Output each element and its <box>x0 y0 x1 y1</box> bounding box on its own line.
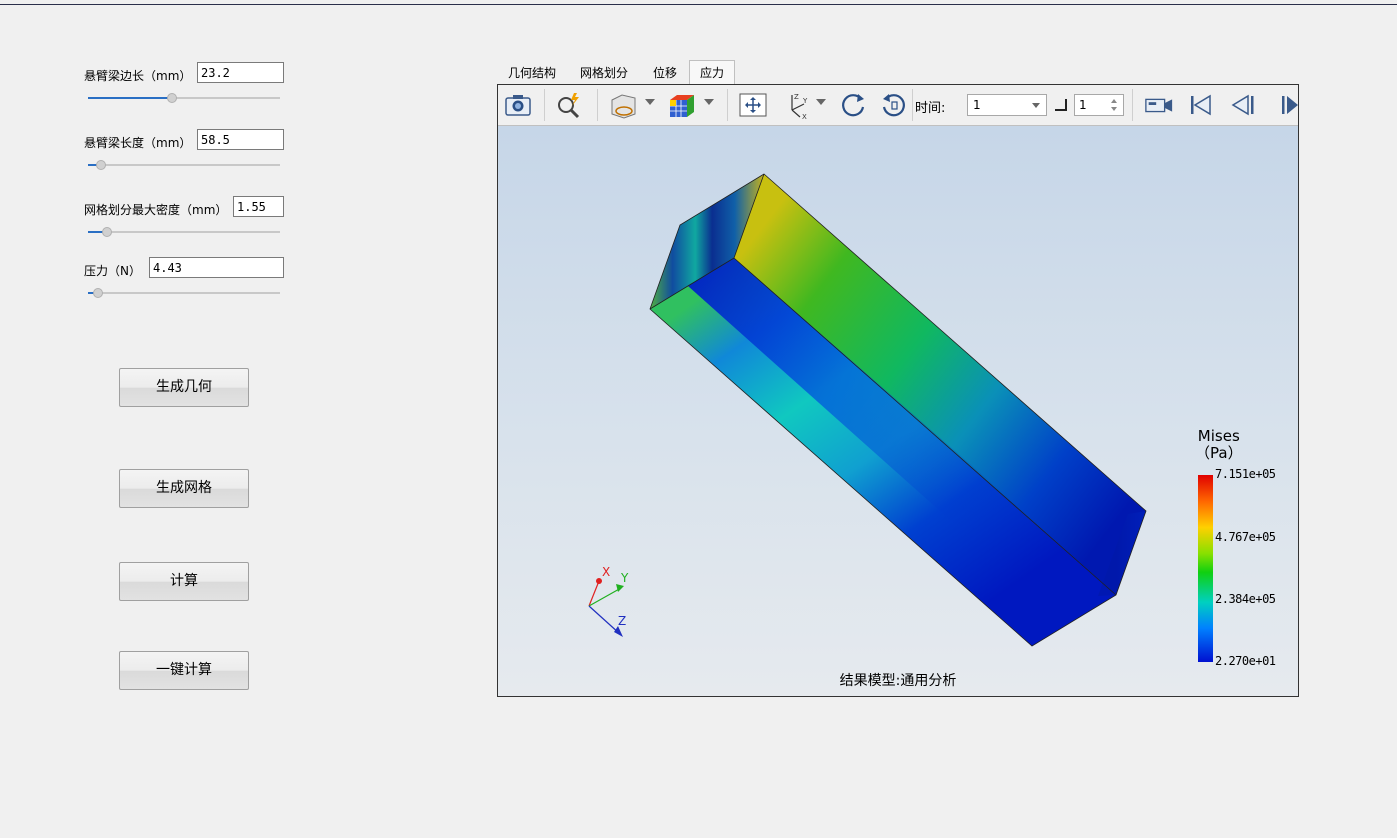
axis-dropdown-arrow[interactable] <box>816 99 826 105</box>
slider-track <box>88 231 280 233</box>
orientation-triad: X Y Z <box>588 565 629 637</box>
triad-x-label: X <box>602 565 610 579</box>
one-click-compute-button[interactable]: 一键计算 <box>119 651 249 690</box>
time-combo[interactable]: 1 <box>967 94 1047 116</box>
slider-thumb[interactable] <box>167 93 178 103</box>
axis-icon[interactable]: Z Y X <box>782 90 812 120</box>
generate-mesh-button[interactable]: 生成网格 <box>119 469 249 508</box>
zoom-icon[interactable] <box>554 90 584 120</box>
triad-y-label: Y <box>620 571 629 585</box>
legend-value-3: 2.384e+05 <box>1215 592 1276 606</box>
slider-thumb[interactable] <box>96 160 107 170</box>
time-value: 1 <box>973 98 981 112</box>
chevron-down-icon <box>1032 103 1040 108</box>
cantilever-beam-model: X Y Z <box>588 173 1147 647</box>
mesh-density-label: 网格划分最大密度（mm） <box>84 203 228 217</box>
fit-view-icon[interactable] <box>738 90 768 120</box>
svg-text:X: X <box>802 113 807 120</box>
spin-down-icon[interactable] <box>1111 107 1117 111</box>
svg-text:Z: Z <box>794 93 799 101</box>
edge-length-slider[interactable] <box>88 92 280 104</box>
prev-frame-icon[interactable] <box>1228 90 1258 120</box>
beam-length-label: 悬臂梁长度（mm） <box>84 136 192 150</box>
edge-length-input[interactable]: 23.2 <box>197 62 284 83</box>
time-label: 时间: <box>915 101 946 116</box>
camera-icon[interactable] <box>503 90 533 120</box>
pressure-slider[interactable] <box>88 287 280 299</box>
legend-value-2: 4.767e+05 <box>1215 530 1276 544</box>
edge-length-label: 悬臂梁边长（mm） <box>84 69 192 83</box>
slider-track <box>88 164 280 166</box>
mesh-dropdown-arrow[interactable] <box>704 99 714 105</box>
slider-thumb[interactable] <box>92 288 103 298</box>
record-icon[interactable] <box>1144 90 1174 120</box>
legend-quantity: Mises <box>1197 427 1240 445</box>
viewer-toolbar: Z Y X 时间: 1 1 <box>498 85 1298 126</box>
slider-fill <box>88 97 173 99</box>
legend-title: Mises （Pa） <box>1195 428 1243 462</box>
pressure-input[interactable]: 4.43 <box>149 257 284 278</box>
toolbar-separator <box>912 89 913 121</box>
step-corner-icon <box>1055 99 1067 111</box>
mesh-density-input[interactable]: 1.55 <box>233 196 284 217</box>
tab-mesh[interactable]: 网格划分 <box>570 61 638 85</box>
view-dropdown-arrow[interactable] <box>645 99 655 105</box>
pressure-label: 压力（N） <box>84 264 141 278</box>
result-model-status: 结果模型:通用分析 <box>839 673 957 689</box>
generate-geometry-button[interactable]: 生成几何 <box>119 368 249 407</box>
tab-stress[interactable]: 应力 <box>689 60 736 86</box>
compute-button[interactable]: 计算 <box>119 562 249 601</box>
first-frame-icon[interactable] <box>1186 90 1216 120</box>
slider-thumb[interactable] <box>102 227 113 237</box>
toolbar-separator <box>727 89 728 121</box>
window-top-border <box>0 4 1397 5</box>
slider-track <box>88 292 280 294</box>
rotate-ccw-icon[interactable] <box>879 90 909 120</box>
next-frame-icon[interactable] <box>1278 90 1298 120</box>
view-cube-icon[interactable] <box>608 90 638 120</box>
legend-value-min: 2.270e+01 <box>1215 654 1276 668</box>
beam-length-slider[interactable] <box>88 159 280 171</box>
render-canvas[interactable]: X Y Z Mises （Pa） 7.151e+05 4.767e+05 2.3… <box>498 126 1298 696</box>
toolbar-separator <box>597 89 598 121</box>
rotate-cw-icon[interactable] <box>838 90 868 120</box>
mesh-density-slider[interactable] <box>88 226 280 238</box>
legend-color-bar <box>1198 475 1213 662</box>
mesh-cube-icon[interactable] <box>667 90 697 120</box>
legend-unit: （Pa） <box>1195 444 1243 462</box>
step-spinbox[interactable]: 1 <box>1074 94 1124 116</box>
tab-displacement[interactable]: 位移 <box>643 61 687 85</box>
beam-length-input[interactable]: 58.5 <box>197 129 284 150</box>
result-viewer: Z Y X 时间: 1 1 X Y Z Mises （Pa） 7.151e+05… <box>497 84 1299 697</box>
tab-geometry[interactable]: 几何结构 <box>498 61 566 85</box>
svg-text:Y: Y <box>802 97 808 105</box>
triad-z-label: Z <box>618 614 626 628</box>
toolbar-separator <box>544 89 545 121</box>
toolbar-separator <box>1132 89 1133 121</box>
legend-value-max: 7.151e+05 <box>1215 467 1276 481</box>
step-value: 1 <box>1079 98 1087 112</box>
spin-up-icon[interactable] <box>1111 99 1117 103</box>
